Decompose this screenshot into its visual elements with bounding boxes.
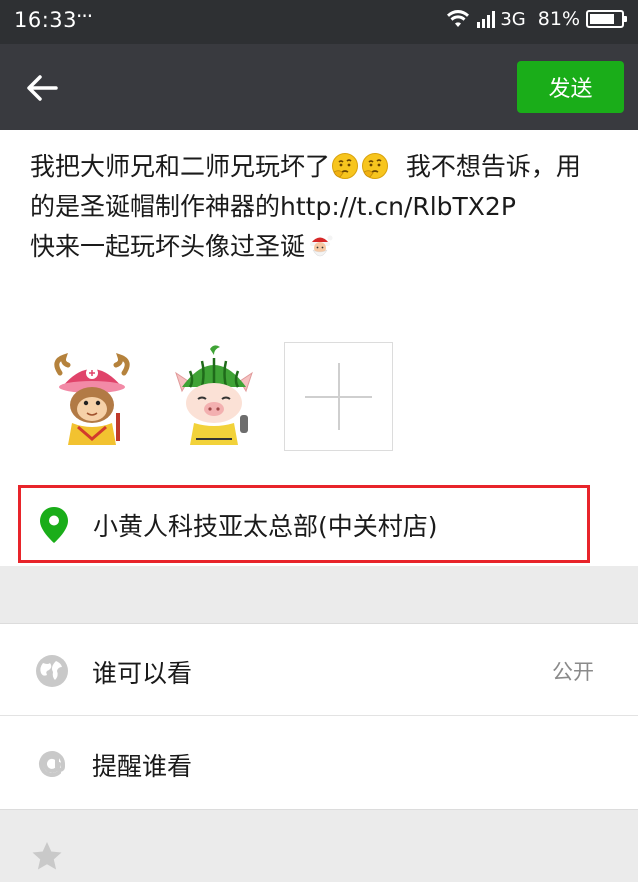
send-button[interactable]: 发送: [517, 61, 624, 113]
who-can-see-label: 谁可以看: [92, 659, 193, 688]
santa-emoji-icon: [310, 235, 333, 257]
post-text-part1: 我把大师兄和二师兄玩坏了: [30, 152, 331, 181]
thinking-face-icon: [362, 153, 389, 179]
photo-monkey[interactable]: [38, 343, 146, 451]
status-more-dots: ···: [76, 4, 93, 28]
who-can-see-value: 公开: [552, 660, 594, 684]
who-can-see-row[interactable]: 谁可以看 公开: [0, 624, 638, 716]
add-photo-button[interactable]: [284, 342, 393, 451]
network-type: 3G: [500, 8, 526, 30]
location-pin-icon: [40, 507, 68, 543]
thinking-face-icon: [332, 153, 359, 179]
battery-percent: 81%: [537, 8, 580, 30]
photo-pig[interactable]: [160, 343, 268, 451]
section-divider: [0, 566, 638, 624]
bottom-section: [0, 809, 638, 882]
remind-who-label: 提醒谁看: [92, 752, 193, 781]
wifi-icon: [447, 10, 470, 27]
back-button[interactable]: [20, 66, 64, 110]
status-indicators: 3G 81%: [446, 8, 627, 30]
globe-icon: [36, 655, 68, 687]
post-text-input[interactable]: 我把大师兄和二师兄玩坏了 我不想告诉，用的是圣诞帽制作神器的http://t.c…: [30, 147, 590, 267]
signal-bars-icon: [477, 11, 496, 28]
at-sign-icon: [39, 751, 65, 777]
monkey-with-reindeer-hat-photo: [38, 343, 146, 451]
location-row[interactable]: 小黄人科技亚太总部(中关村店): [18, 485, 590, 563]
location-label: 小黄人科技亚太总部(中关村店): [93, 512, 438, 541]
arrow-left-icon: [27, 75, 58, 101]
battery-icon: [586, 10, 627, 28]
status-bar: 16:33 ··· 3G 81%: [0, 0, 638, 44]
star-icon: [32, 842, 62, 870]
status-time: 16:33: [14, 8, 78, 32]
remind-who-row[interactable]: 提醒谁看: [0, 717, 638, 809]
battery-fill: [590, 14, 614, 24]
pig-with-watermelon-hat-photo: [160, 343, 268, 451]
